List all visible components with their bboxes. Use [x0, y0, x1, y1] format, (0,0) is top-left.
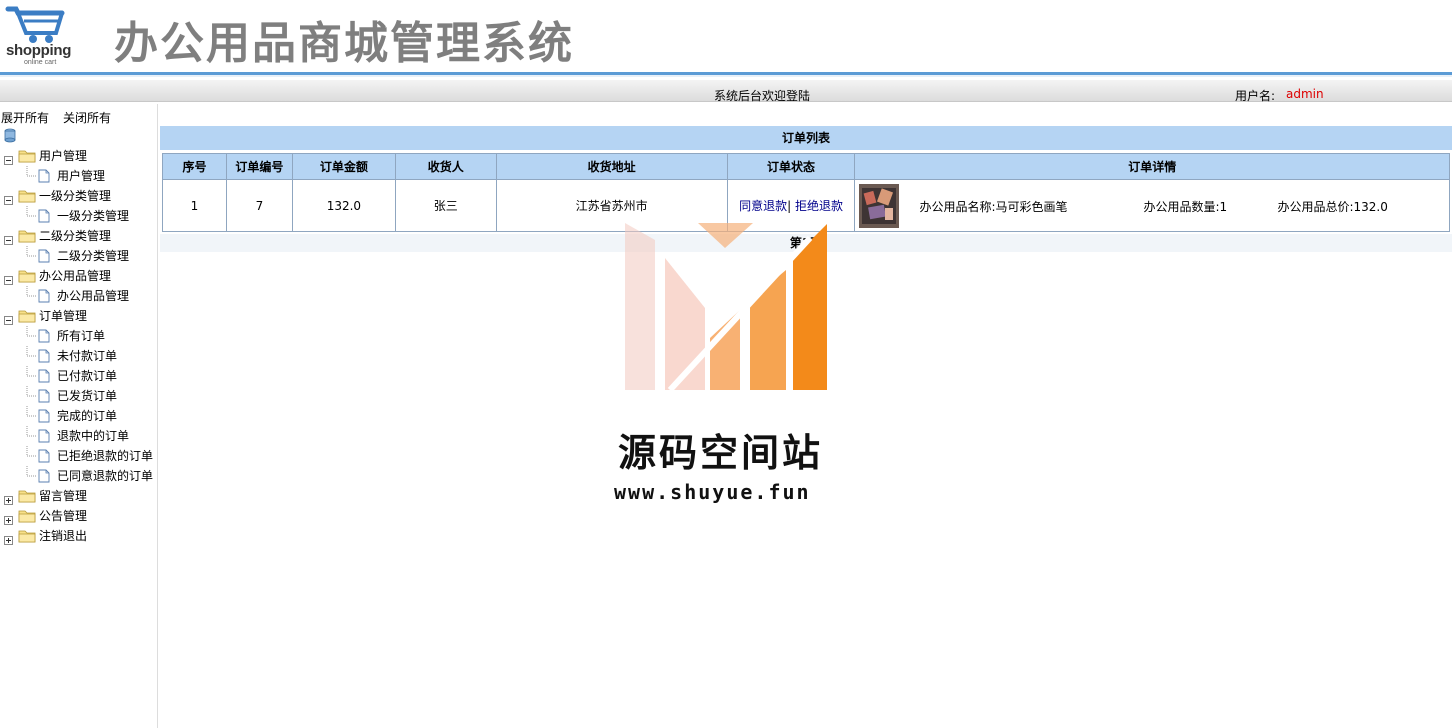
status-bar: 系统后台欢迎登陆 用户名: admin: [0, 80, 1452, 103]
tree-item-label: 用户管理: [57, 169, 106, 183]
row-index: 1: [162, 179, 227, 232]
watermark-url: www.shuyue.fun: [614, 480, 811, 504]
tree-item-label: 已拒绝退款的订单: [57, 449, 154, 463]
app-header: shopping online cart 办公用品商城管理系统: [0, 0, 1452, 72]
tree-page-item[interactable]: 已同意退款的订单: [0, 466, 158, 486]
tree-item-label: 已付款订单: [57, 369, 118, 383]
tree-item-label: 已发货订单: [57, 389, 118, 403]
tree-item-label: 留言管理: [39, 489, 88, 503]
tree-page-item[interactable]: 完成的订单: [0, 406, 158, 426]
column-header-amount: 订单金额: [291, 153, 396, 180]
product-thumbnail: [859, 184, 900, 228]
sidebar-nav: 展开所有 关闭所有 用户管理 用户管理 一级分类管理 一级分类管理 二级分类管理 二级分类…: [0, 104, 158, 728]
username-label: 用户名:: [1235, 89, 1276, 103]
table-header-row: 序号 订单编号 订单金额 收货人 收货地址 订单状态 订单详情: [162, 153, 1450, 180]
row-address: 江苏省苏州市: [495, 179, 728, 232]
tree-folder-item[interactable]: 注销退出: [0, 526, 158, 546]
agree-refund-link[interactable]: 同意退款: [739, 199, 787, 213]
expand-toggle-icon[interactable]: [4, 531, 13, 551]
tree-item-label: 用户管理: [39, 149, 88, 163]
tree-page-item[interactable]: 所有订单: [0, 326, 158, 346]
reject-refund-link[interactable]: 拒绝退款: [795, 199, 843, 213]
username-value: admin: [1286, 87, 1324, 101]
column-header-order-no: 订单编号: [225, 153, 293, 180]
tree-item-label: 公告管理: [39, 509, 88, 523]
tree-item-label: 已同意退款的订单: [57, 469, 154, 483]
tree-item-label: 订单管理: [39, 309, 88, 323]
app-title: 办公用品商城管理系统: [114, 18, 574, 69]
logo-subtitle: online cart: [24, 59, 57, 66]
collapse-all-link[interactable]: 关闭所有: [63, 109, 111, 126]
table-row: 1 7 132.0 张三 江苏省苏州市 同意退款| 拒绝退款 办公用品名称:马可…: [162, 179, 1450, 232]
tree-folder-item[interactable]: 留言管理: [0, 486, 158, 506]
tree-item-label: 一级分类管理: [39, 189, 112, 203]
tree-folder-item[interactable]: 公告管理: [0, 506, 158, 526]
tree-folder-item[interactable]: 用户管理: [0, 146, 158, 166]
product-quantity: 办公用品数量:1: [1143, 200, 1228, 214]
product-total: 办公用品总价:132.0: [1277, 200, 1388, 214]
row-receiver: 张三: [394, 179, 497, 232]
row-details: 办公用品名称:马可彩色画笔 办公用品数量:1 办公用品总价:132.0: [854, 179, 1450, 232]
watermark-name: 源码空间站: [618, 431, 824, 475]
tree-folder-item[interactable]: 一级分类管理: [0, 186, 158, 206]
tree-page-item[interactable]: 一级分类管理: [0, 206, 158, 226]
tree-item-label: 注销退出: [39, 529, 88, 543]
row-order-no: 7: [225, 179, 293, 232]
column-header-details: 订单详情: [854, 153, 1450, 180]
row-amount: 132.0: [291, 179, 396, 232]
tree-page-item[interactable]: 已拒绝退款的订单: [0, 446, 158, 466]
tree-page-item[interactable]: 二级分类管理: [0, 246, 158, 266]
tree-item-label: 所有订单: [57, 329, 106, 343]
tree-page-item[interactable]: 退款中的订单: [0, 426, 158, 446]
link-separator: |: [787, 199, 792, 213]
tree-item-label: 办公用品管理: [57, 289, 130, 303]
tree-folder-item[interactable]: 办公用品管理: [0, 266, 158, 286]
column-header-receiver: 收货人: [394, 153, 497, 180]
tree-page-item[interactable]: 已付款订单: [0, 366, 158, 386]
tree-item-label: 未付款订单: [57, 349, 118, 363]
database-icon: [4, 128, 16, 143]
tree-page-item[interactable]: 用户管理: [0, 166, 158, 186]
tree-folder-item[interactable]: 订单管理: [0, 306, 158, 326]
product-name: 办公用品名称:马可彩色画笔: [919, 200, 1068, 214]
tree-item-label: 完成的订单: [57, 409, 118, 423]
logo-wordmark: shopping: [6, 42, 72, 59]
tree-page-item[interactable]: 办公用品管理: [0, 286, 158, 306]
tree-item-label: 二级分类管理: [39, 229, 112, 243]
header-divider-shadow: [0, 75, 1452, 77]
tree-item-label: 办公用品管理: [39, 269, 112, 283]
column-header-index: 序号: [162, 153, 227, 180]
main-content: 订单列表 序号 订单编号 订单金额 收货人 收货地址 订单状态 订单详情 1 7…: [160, 104, 1452, 728]
row-status: 同意退款| 拒绝退款: [726, 179, 856, 232]
tree-item-label: 一级分类管理: [57, 209, 130, 223]
expand-all-link[interactable]: 展开所有: [1, 109, 49, 126]
tree-page-item[interactable]: 未付款订单: [0, 346, 158, 366]
tree-page-item[interactable]: 已发货订单: [0, 386, 158, 406]
order-list-title: 订单列表: [160, 126, 1452, 150]
column-header-address: 收货地址: [495, 153, 728, 180]
welcome-text: 系统后台欢迎登陆: [714, 89, 811, 103]
tree-folder-item[interactable]: 二级分类管理: [0, 226, 158, 246]
column-header-status: 订单状态: [726, 153, 856, 180]
tree-item-label: 退款中的订单: [57, 429, 130, 443]
tree-item-label: 二级分类管理: [57, 249, 130, 263]
pagination: 第1页: [160, 234, 1452, 252]
order-table: 序号 订单编号 订单金额 收货人 收货地址 订单状态 订单详情 1 7 132.…: [162, 153, 1450, 232]
folder-icon: [18, 529, 36, 549]
